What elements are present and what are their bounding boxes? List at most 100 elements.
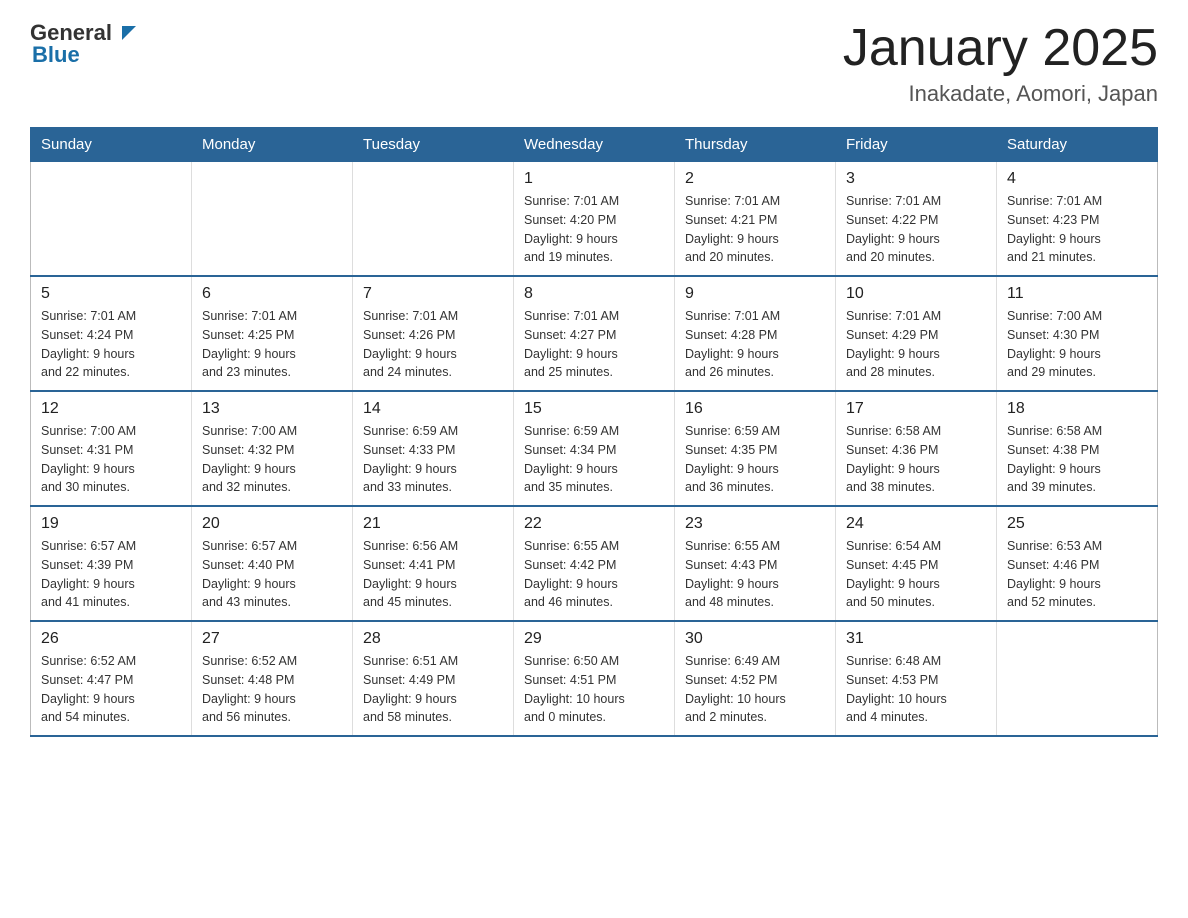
calendar-cell: 14 Sunrise: 6:59 AMSunset: 4:33 PMDayligh… — [353, 391, 514, 506]
day-info: Sunrise: 6:59 AMSunset: 4:35 PMDaylight:… — [685, 422, 825, 497]
day-number: 18 — [1007, 400, 1147, 418]
calendar-cell: 13 Sunrise: 7:00 AMSunset: 4:32 PMDayligh… — [192, 391, 353, 506]
calendar-cell: 3 Sunrise: 7:01 AMSunset: 4:22 PMDaylight… — [836, 162, 997, 277]
calendar-cell: 30Sunrise: 6:49 AMSunset: 4:52 PMDayligh… — [675, 621, 836, 736]
week-row-5: 26 Sunrise: 6:52 AMSunset: 4:47 PMDayligh… — [31, 621, 1158, 736]
day-number: 11 — [1007, 285, 1147, 303]
day-info: Sunrise: 6:55 AMSunset: 4:43 PMDaylight:… — [685, 537, 825, 612]
day-number: 10 — [846, 285, 986, 303]
calendar-cell: 9 Sunrise: 7:01 AMSunset: 4:28 PMDaylight… — [675, 276, 836, 391]
day-number: 14 — [363, 400, 503, 418]
calendar-cell: 15 Sunrise: 6:59 AMSunset: 4:34 PMDayligh… — [514, 391, 675, 506]
week-row-3: 12Sunrise: 7:00 AMSunset: 4:31 PMDayligh… — [31, 391, 1158, 506]
day-info: Sunrise: 6:59 AMSunset: 4:34 PMDaylight:… — [524, 422, 664, 497]
day-info: Sunrise: 7:01 AMSunset: 4:23 PMDaylight:… — [1007, 192, 1147, 267]
day-number: 3 — [846, 170, 986, 188]
weekday-header-monday: Monday — [192, 128, 353, 162]
week-row-1: 1 Sunrise: 7:01 AMSunset: 4:20 PMDaylight… — [31, 162, 1158, 277]
title-section: January 2025 Inakadate, Aomori, Japan — [843, 20, 1158, 107]
calendar-cell: 24 Sunrise: 6:54 AMSunset: 4:45 PMDayligh… — [836, 506, 997, 621]
day-info: Sunrise: 6:50 AMSunset: 4:51 PMDaylight:… — [524, 652, 664, 727]
calendar-title: January 2025 — [843, 20, 1158, 77]
calendar-cell: 28 Sunrise: 6:51 AMSunset: 4:49 PMDayligh… — [353, 621, 514, 736]
calendar-cell: 12Sunrise: 7:00 AMSunset: 4:31 PMDayligh… — [31, 391, 192, 506]
day-info: Sunrise: 6:58 AMSunset: 4:38 PMDaylight:… — [1007, 422, 1147, 497]
day-number: 13 — [202, 400, 342, 418]
calendar-cell: 19 Sunrise: 6:57 AMSunset: 4:39 PMDayligh… — [31, 506, 192, 621]
day-number: 28 — [363, 630, 503, 648]
day-number: 16 — [685, 400, 825, 418]
day-number: 1 — [524, 170, 664, 188]
day-info: Sunrise: 7:01 AMSunset: 4:27 PMDaylight:… — [524, 307, 664, 382]
day-number: 22 — [524, 515, 664, 533]
day-number: 7 — [363, 285, 503, 303]
day-info: Sunrise: 7:01 AMSunset: 4:29 PMDaylight:… — [846, 307, 986, 382]
day-info: Sunrise: 6:56 AMSunset: 4:41 PMDaylight:… — [363, 537, 503, 612]
day-number: 24 — [846, 515, 986, 533]
day-number: 12 — [41, 400, 181, 418]
weekday-header-wednesday: Wednesday — [514, 128, 675, 162]
calendar-cell: 23 Sunrise: 6:55 AMSunset: 4:43 PMDayligh… — [675, 506, 836, 621]
day-number: 9 — [685, 285, 825, 303]
day-number: 29 — [524, 630, 664, 648]
calendar-cell — [997, 621, 1158, 736]
calendar-cell: 4 Sunrise: 7:01 AMSunset: 4:23 PMDaylight… — [997, 162, 1158, 277]
calendar-cell: 27Sunrise: 6:52 AMSunset: 4:48 PMDayligh… — [192, 621, 353, 736]
calendar-cell: 11 Sunrise: 7:00 AMSunset: 4:30 PMDayligh… — [997, 276, 1158, 391]
day-number: 31 — [846, 630, 986, 648]
calendar-subtitle: Inakadate, Aomori, Japan — [843, 81, 1158, 107]
calendar-cell: 20Sunrise: 6:57 AMSunset: 4:40 PMDayligh… — [192, 506, 353, 621]
day-info: Sunrise: 6:58 AMSunset: 4:36 PMDaylight:… — [846, 422, 986, 497]
day-number: 15 — [524, 400, 664, 418]
day-number: 4 — [1007, 170, 1147, 188]
calendar-cell: 17Sunrise: 6:58 AMSunset: 4:36 PMDayligh… — [836, 391, 997, 506]
day-number: 26 — [41, 630, 181, 648]
calendar-cell — [192, 162, 353, 277]
day-info: Sunrise: 6:51 AMSunset: 4:49 PMDaylight:… — [363, 652, 503, 727]
day-number: 8 — [524, 285, 664, 303]
day-info: Sunrise: 7:01 AMSunset: 4:22 PMDaylight:… — [846, 192, 986, 267]
weekday-header-saturday: Saturday — [997, 128, 1158, 162]
calendar-cell: 6 Sunrise: 7:01 AMSunset: 4:25 PMDaylight… — [192, 276, 353, 391]
day-number: 25 — [1007, 515, 1147, 533]
day-number: 23 — [685, 515, 825, 533]
day-info: Sunrise: 6:55 AMSunset: 4:42 PMDaylight:… — [524, 537, 664, 612]
day-info: Sunrise: 6:53 AMSunset: 4:46 PMDaylight:… — [1007, 537, 1147, 612]
day-number: 21 — [363, 515, 503, 533]
day-info: Sunrise: 7:01 AMSunset: 4:25 PMDaylight:… — [202, 307, 342, 382]
day-number: 5 — [41, 285, 181, 303]
calendar-cell — [353, 162, 514, 277]
day-info: Sunrise: 6:52 AMSunset: 4:48 PMDaylight:… — [202, 652, 342, 727]
day-info: Sunrise: 6:59 AMSunset: 4:33 PMDaylight:… — [363, 422, 503, 497]
day-info: Sunrise: 7:00 AMSunset: 4:32 PMDaylight:… — [202, 422, 342, 497]
calendar-cell: 1 Sunrise: 7:01 AMSunset: 4:20 PMDaylight… — [514, 162, 675, 277]
day-info: Sunrise: 7:01 AMSunset: 4:21 PMDaylight:… — [685, 192, 825, 267]
day-info: Sunrise: 6:57 AMSunset: 4:39 PMDaylight:… — [41, 537, 181, 612]
day-info: Sunrise: 7:01 AMSunset: 4:26 PMDaylight:… — [363, 307, 503, 382]
calendar-cell: 22 Sunrise: 6:55 AMSunset: 4:42 PMDayligh… — [514, 506, 675, 621]
day-info: Sunrise: 6:57 AMSunset: 4:40 PMDaylight:… — [202, 537, 342, 612]
day-info: Sunrise: 6:54 AMSunset: 4:45 PMDaylight:… — [846, 537, 986, 612]
week-row-2: 5Sunrise: 7:01 AMSunset: 4:24 PMDaylight… — [31, 276, 1158, 391]
logo-blue-text: Blue — [32, 42, 80, 68]
calendar-cell: 31Sunrise: 6:48 AMSunset: 4:53 PMDayligh… — [836, 621, 997, 736]
page-header: General Blue January 2025 Inakadate, Aom… — [30, 20, 1158, 107]
logo-arrow-icon — [114, 22, 136, 44]
calendar-cell: 2 Sunrise: 7:01 AMSunset: 4:21 PMDaylight… — [675, 162, 836, 277]
day-info: Sunrise: 7:00 AMSunset: 4:30 PMDaylight:… — [1007, 307, 1147, 382]
week-row-4: 19 Sunrise: 6:57 AMSunset: 4:39 PMDayligh… — [31, 506, 1158, 621]
day-info: Sunrise: 7:01 AMSunset: 4:20 PMDaylight:… — [524, 192, 664, 267]
day-info: Sunrise: 7:01 AMSunset: 4:28 PMDaylight:… — [685, 307, 825, 382]
calendar-cell: 10 Sunrise: 7:01 AMSunset: 4:29 PMDayligh… — [836, 276, 997, 391]
day-number: 6 — [202, 285, 342, 303]
calendar-cell: 16 Sunrise: 6:59 AMSunset: 4:35 PMDayligh… — [675, 391, 836, 506]
logo: General Blue — [30, 20, 136, 68]
calendar-cell: 26 Sunrise: 6:52 AMSunset: 4:47 PMDayligh… — [31, 621, 192, 736]
day-number: 19 — [41, 515, 181, 533]
day-info: Sunrise: 6:52 AMSunset: 4:47 PMDaylight:… — [41, 652, 181, 727]
day-number: 2 — [685, 170, 825, 188]
calendar-cell — [31, 162, 192, 277]
calendar-table: SundayMondayTuesdayWednesdayThursdayFrid… — [30, 127, 1158, 737]
calendar-cell: 25 Sunrise: 6:53 AMSunset: 4:46 PMDayligh… — [997, 506, 1158, 621]
calendar-cell: 21 Sunrise: 6:56 AMSunset: 4:41 PMDayligh… — [353, 506, 514, 621]
